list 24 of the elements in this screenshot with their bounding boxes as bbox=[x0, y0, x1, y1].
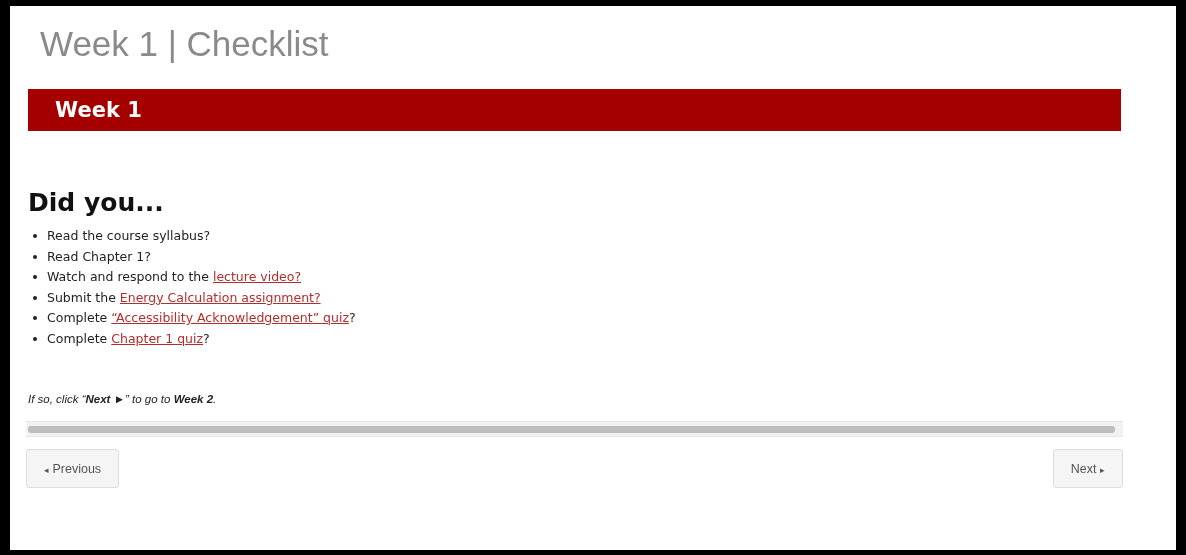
instruction-text: If so, click “Next ►” to go to Week 2. bbox=[28, 393, 218, 405]
bullet-icon bbox=[33, 275, 37, 280]
bullet-icon bbox=[33, 295, 37, 300]
link[interactable]: “Accessibility Acknowledgement” quiz bbox=[111, 310, 349, 325]
checklist-item: Read Chapter 1? bbox=[47, 247, 151, 266]
bullet-icon bbox=[33, 316, 37, 321]
checklist-item: Read the course syllabus? bbox=[47, 227, 211, 245]
bullet-icon bbox=[33, 234, 37, 239]
section-heading: Did you... bbox=[28, 187, 165, 219]
banner-heading: Week 1 bbox=[54, 98, 142, 122]
page-title: Week 1 | Checklist bbox=[40, 23, 330, 65]
link[interactable]: Energy Calculation assignment? bbox=[119, 289, 321, 305]
checklist-item: Watch and respond to the lecture video? bbox=[47, 268, 302, 286]
link[interactable]: Chapter 1 quiz bbox=[111, 330, 204, 346]
checklist-item: Complete Chapter 1 quiz? bbox=[47, 329, 210, 348]
next-button[interactable]: Next ▸ bbox=[1052, 449, 1123, 488]
bullet-icon bbox=[33, 254, 37, 259]
horizontal-scrollbar[interactable] bbox=[26, 421, 1123, 437]
checklist-item: Complete “Accessibility Acknowledgement” quiz? bbox=[47, 309, 356, 327]
previous-button[interactable]: ◂ Previous bbox=[26, 449, 120, 488]
checklist-item: Submit the Energy Calculation assignment? bbox=[47, 288, 321, 307]
link[interactable]: lecture video? bbox=[212, 269, 302, 284]
bullet-icon bbox=[33, 336, 37, 341]
scrollbar-thumb[interactable] bbox=[28, 425, 1115, 433]
